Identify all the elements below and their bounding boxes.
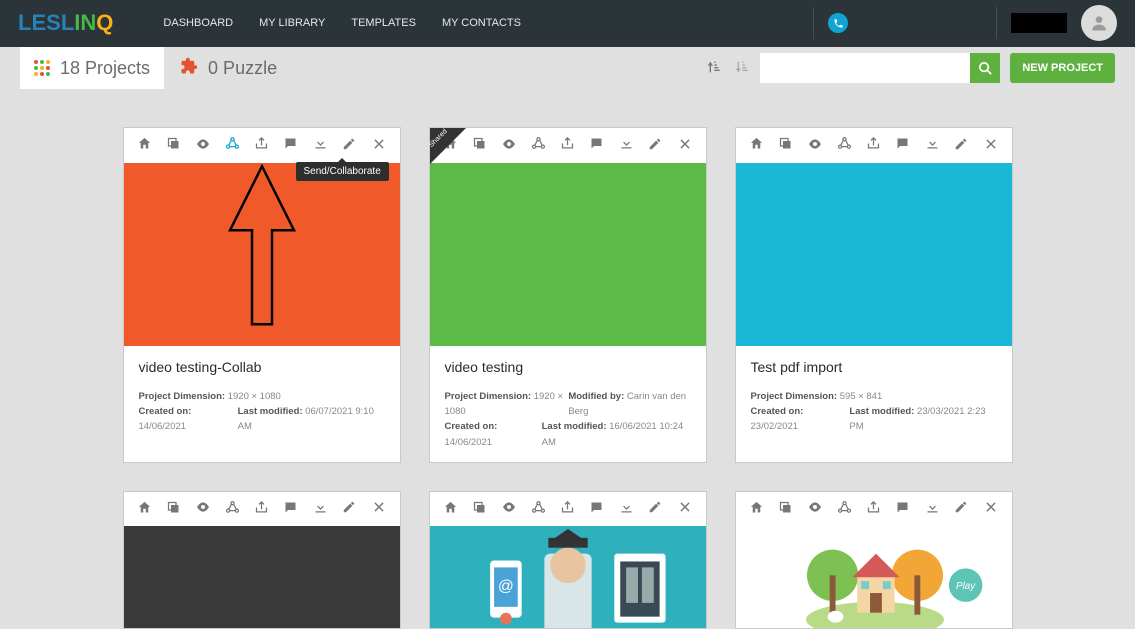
main-nav: DASHBOARD MY LIBRARY TEMPLATES MY CONTAC… — [163, 17, 521, 29]
home-icon[interactable] — [747, 500, 765, 519]
avatar[interactable] — [1081, 5, 1117, 41]
project-title: video testing — [445, 359, 691, 375]
collaborate-icon[interactable] — [223, 136, 241, 155]
copy-icon[interactable] — [164, 500, 182, 519]
puzzle-icon — [180, 57, 198, 80]
eye-icon[interactable] — [194, 499, 212, 519]
download-icon[interactable] — [617, 136, 635, 155]
comment-icon[interactable] — [894, 136, 912, 155]
project-card: Test pdf import Project Dimension: 595 ×… — [735, 127, 1013, 463]
close-icon[interactable] — [982, 137, 1000, 155]
edit-icon[interactable] — [646, 500, 664, 518]
sort-asc-button[interactable] — [704, 59, 722, 78]
user-name — [1011, 13, 1067, 33]
comment-icon[interactable] — [894, 500, 912, 519]
home-icon[interactable] — [135, 500, 153, 519]
copy-icon[interactable] — [164, 136, 182, 155]
card-toolbar — [124, 492, 400, 527]
puzzle-count: 0 Puzzle — [208, 58, 277, 79]
project-thumbnail[interactable] — [124, 163, 400, 346]
close-icon[interactable] — [982, 500, 1000, 518]
collaborate-icon[interactable] — [835, 500, 853, 519]
search-wrap — [760, 53, 1000, 83]
eye-icon[interactable] — [194, 136, 212, 156]
project-thumbnail[interactable] — [430, 163, 706, 346]
collaborate-icon[interactable] — [529, 500, 547, 519]
card-toolbar: Send/Collaborate — [124, 128, 400, 163]
tab-projects[interactable]: 18 Projects — [20, 47, 164, 89]
eye-icon[interactable] — [500, 499, 518, 519]
nav-contacts[interactable]: MY CONTACTS — [442, 17, 521, 29]
copy-icon[interactable] — [470, 136, 488, 155]
card-toolbar — [736, 128, 1012, 163]
download-icon[interactable] — [617, 500, 635, 519]
nav-templates[interactable]: TEMPLATES — [351, 17, 416, 29]
download-icon[interactable] — [311, 136, 329, 155]
svg-text:Play: Play — [956, 581, 976, 592]
download-icon[interactable] — [311, 500, 329, 519]
projects-icon — [34, 60, 50, 76]
svg-text:@: @ — [497, 578, 513, 595]
collaborate-icon[interactable] — [529, 136, 547, 155]
home-icon[interactable] — [135, 136, 153, 155]
comment-icon[interactable] — [588, 500, 606, 519]
eye-icon[interactable] — [500, 136, 518, 156]
card-toolbar — [430, 492, 706, 527]
edit-icon[interactable] — [340, 137, 358, 155]
logo[interactable]: LESLINQ — [18, 10, 113, 36]
eye-icon[interactable] — [806, 136, 824, 156]
divider — [813, 7, 814, 39]
share-icon[interactable] — [252, 136, 270, 155]
project-card: Play — [735, 491, 1013, 629]
edit-icon[interactable] — [952, 137, 970, 155]
share-icon[interactable] — [864, 500, 882, 519]
download-icon[interactable] — [923, 500, 941, 519]
comment-icon[interactable] — [588, 136, 606, 155]
new-project-button[interactable]: NEW PROJECT — [1010, 53, 1115, 83]
tooltip: Send/Collaborate — [296, 162, 389, 181]
collaborate-icon[interactable] — [835, 136, 853, 155]
copy-icon[interactable] — [776, 500, 794, 519]
edit-icon[interactable] — [340, 500, 358, 518]
close-icon[interactable] — [676, 137, 694, 155]
divider — [996, 7, 997, 39]
nav-dashboard[interactable]: DASHBOARD — [163, 17, 233, 29]
edit-icon[interactable] — [952, 500, 970, 518]
close-icon[interactable] — [370, 500, 388, 518]
download-icon[interactable] — [923, 136, 941, 155]
phone-icon[interactable] — [828, 13, 848, 33]
share-icon[interactable] — [864, 136, 882, 155]
edit-icon[interactable] — [646, 137, 664, 155]
project-card: @ — [429, 491, 707, 629]
arrow-shape — [228, 164, 296, 329]
collaborate-icon[interactable] — [223, 500, 241, 519]
home-icon[interactable] — [747, 136, 765, 155]
share-icon[interactable] — [558, 500, 576, 519]
project-thumbnail[interactable] — [736, 163, 1012, 346]
nav-library[interactable]: MY LIBRARY — [259, 17, 325, 29]
card-toolbar — [430, 128, 706, 163]
search-input[interactable] — [760, 53, 970, 83]
comment-icon[interactable] — [282, 136, 300, 155]
copy-icon[interactable] — [470, 500, 488, 519]
project-card — [123, 491, 401, 629]
copy-icon[interactable] — [776, 136, 794, 155]
project-title: video testing-Collab — [139, 359, 385, 375]
project-card: Shared video testing Project Dimension: … — [429, 127, 707, 463]
close-icon[interactable] — [370, 137, 388, 155]
eye-icon[interactable] — [806, 499, 824, 519]
close-icon[interactable] — [676, 500, 694, 518]
project-grid: Send/Collaborate video testing-Collab Pr… — [0, 89, 1135, 629]
sort-desc-button[interactable] — [732, 59, 750, 78]
project-card: Send/Collaborate video testing-Collab Pr… — [123, 127, 401, 463]
search-button[interactable] — [970, 53, 1000, 83]
tab-puzzle[interactable]: 0 Puzzle — [164, 57, 293, 80]
home-icon[interactable] — [441, 500, 459, 519]
comment-icon[interactable] — [282, 500, 300, 519]
share-icon[interactable] — [558, 136, 576, 155]
share-icon[interactable] — [252, 500, 270, 519]
card-toolbar — [736, 492, 1012, 527]
projects-count: 18 Projects — [60, 58, 150, 79]
project-title: Test pdf import — [751, 359, 997, 375]
